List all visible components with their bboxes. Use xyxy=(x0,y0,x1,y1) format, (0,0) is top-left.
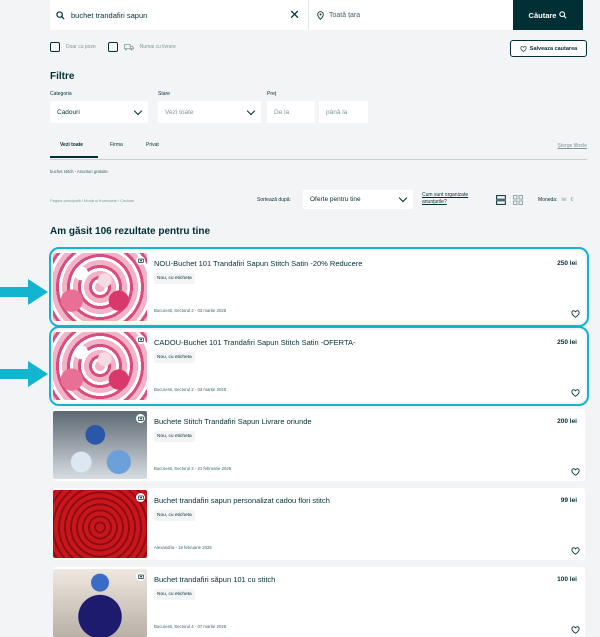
chevron-down-icon xyxy=(246,106,256,115)
list-view-icon[interactable] xyxy=(496,195,506,205)
listing-image[interactable] xyxy=(53,411,147,479)
clear-filters-link[interactable]: Șterge filtrele xyxy=(558,143,587,149)
breadcrumb[interactable]: Pagina principală / Moda și frumusețe / … xyxy=(50,198,134,203)
currency-lei[interactable]: lei xyxy=(561,197,566,203)
location-placeholder: Toată țara xyxy=(329,11,361,19)
delivery-checkbox-label: Numai cu livrare xyxy=(139,44,176,50)
listing-location-date: Bucuresti, Sectorul 4 - 07 martie 2025 xyxy=(154,624,227,629)
tab-company[interactable]: Firma xyxy=(110,142,123,148)
category-select[interactable]: Cadouri xyxy=(50,101,148,123)
how-organized-link[interactable]: Cum sunt organizate anunțurile? xyxy=(422,192,482,206)
search-button[interactable]: Căutare xyxy=(513,0,583,30)
condition-badge: Nou, cu eticheta xyxy=(154,273,195,284)
sort-value: Oferte pentru tine xyxy=(310,196,361,203)
currency-switch[interactable]: Moneda: lei € xyxy=(538,197,573,203)
price-to-placeholder: până la xyxy=(326,108,348,116)
condition-badge: Nou, cu eticheta xyxy=(154,510,195,521)
listing-price: 250 lei xyxy=(557,260,577,267)
listing-title[interactable]: CADOU-Buchet 101 Trandafiri Sapun Stitch… xyxy=(154,338,534,347)
subcategory-text: buchet stitch - Anunturi gratuite xyxy=(50,169,108,174)
favorite-heart-icon[interactable] xyxy=(571,626,580,634)
photo-count-icon xyxy=(136,256,145,265)
results-title: Am găsit 106 rezultate pentru tine xyxy=(50,226,211,237)
price-to-input[interactable]: până la xyxy=(319,101,368,123)
listing-price: 250 lei xyxy=(557,339,577,346)
filters-title: Filtre xyxy=(50,71,75,82)
favorite-heart-icon[interactable] xyxy=(571,310,580,318)
favorite-heart-icon[interactable] xyxy=(571,389,580,397)
listing-title[interactable]: Buchet trandafiri sapun personalizat cad… xyxy=(154,496,534,505)
condition-badge: Nou, cu eticheta xyxy=(154,431,195,442)
state-value: Vezi toate xyxy=(165,108,194,116)
photo-checkbox-label: Doar cu poze xyxy=(66,44,96,50)
currency-eur[interactable]: € xyxy=(570,197,573,203)
listing-list: NOU-Buchet 101 Trandafiri Sapun Stitch S… xyxy=(49,247,589,637)
listing-image[interactable] xyxy=(53,569,147,637)
listing-title[interactable]: Buchete Stitch Trandafiri Sapun Livrare … xyxy=(154,417,534,426)
listing-image[interactable] xyxy=(53,332,147,400)
chevron-down-icon xyxy=(398,193,408,203)
category-label: Categoria xyxy=(50,91,72,97)
listing-title[interactable]: Buchet trandafiri săpun 101 cu stitch xyxy=(154,575,534,584)
location-input[interactable]: Toată țara xyxy=(308,0,513,30)
listing-title[interactable]: NOU-Buchet 101 Trandafiri Sapun Stitch S… xyxy=(154,259,534,268)
listing-location-date: Bucuresti, Sectorul 2 - 03 martie 2025 xyxy=(154,387,227,392)
price-from-input[interactable]: De la xyxy=(267,101,315,123)
sort-select[interactable]: Oferte pentru tine xyxy=(303,190,413,209)
condition-badge: Nou, cu eticheta xyxy=(154,352,195,363)
photo-count-icon xyxy=(136,414,145,423)
search-input[interactable]: buchet trandafiri sapun ✕ xyxy=(50,0,308,30)
photo-count-icon xyxy=(136,335,145,344)
delivery-checkbox[interactable] xyxy=(107,42,118,52)
close-icon[interactable]: ✕ xyxy=(289,7,300,23)
grid-view-icon[interactable] xyxy=(513,195,523,205)
chevron-down-icon xyxy=(133,106,143,115)
listing-card[interactable]: Buchet trandafiri săpun 101 cu stitch No… xyxy=(53,567,585,637)
search-icon xyxy=(559,11,568,19)
seller-type-tabs: Vezi toate Firma Privat Șterge filtrele xyxy=(50,142,587,160)
tab-all[interactable]: Vezi toate xyxy=(50,142,98,158)
listing-price: 100 lei xyxy=(557,576,577,583)
price-from-placeholder: De la xyxy=(274,108,290,116)
category-value: Cadouri xyxy=(57,108,80,116)
state-label: Stare xyxy=(158,91,170,97)
listing-card[interactable]: Buchete Stitch Trandafiri Sapun Livrare … xyxy=(53,409,585,481)
search-icon xyxy=(56,10,65,20)
location-pin-icon xyxy=(317,10,324,20)
condition-badge: Nou, cu eticheta xyxy=(154,589,195,600)
tab-private[interactable]: Privat xyxy=(146,142,159,148)
photo-count-icon xyxy=(136,493,145,502)
listing-location-date: Alexandria - 18 februarie 2025 xyxy=(154,545,212,550)
favorite-heart-icon[interactable] xyxy=(571,468,580,476)
photo-checkbox[interactable] xyxy=(50,42,60,52)
listing-location-date: Bucuresti, Sectorul 2 - 21 februarie 202… xyxy=(154,466,232,471)
listing-card[interactable]: CADOU-Buchet 101 Trandafiri Sapun Stitch… xyxy=(49,326,589,406)
price-label: Preț xyxy=(267,91,277,97)
listing-location-date: Bucuresti, Sectorul 2 - 03 martie 2025 xyxy=(154,308,227,313)
listing-price: 99 lei xyxy=(560,497,577,504)
favorite-heart-icon[interactable] xyxy=(571,547,580,555)
listing-price: 200 lei xyxy=(557,418,577,425)
truck-icon xyxy=(123,43,134,50)
search-query: buchet trandafiri sapun xyxy=(71,10,148,20)
save-search-button[interactable]: Salveaza cautarea xyxy=(510,40,587,57)
search-options: Doar cu poze Numai cu livrare xyxy=(50,42,176,52)
listing-image[interactable] xyxy=(53,490,147,558)
listing-card[interactable]: Buchet trandafiri sapun personalizat cad… xyxy=(53,488,585,560)
save-search-label: Salveaza cautarea xyxy=(529,45,578,52)
listing-card[interactable]: NOU-Buchet 101 Trandafiri Sapun Stitch S… xyxy=(49,247,589,327)
heart-icon xyxy=(520,45,527,52)
state-select[interactable]: Vezi toate xyxy=(158,101,261,123)
listing-image[interactable] xyxy=(53,253,147,321)
photo-count-icon xyxy=(136,572,145,581)
search-bar: buchet trandafiri sapun ✕ Toată țara Cău… xyxy=(50,0,587,30)
search-button-label: Căutare xyxy=(528,10,557,20)
sort-label: Sortează după: xyxy=(257,197,291,203)
currency-label: Moneda: xyxy=(538,197,558,203)
